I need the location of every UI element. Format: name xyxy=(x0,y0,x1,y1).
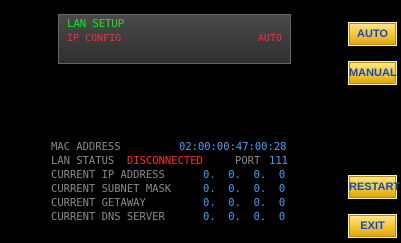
current-dns-value: 0. 0. 0. 0 xyxy=(203,211,286,223)
current-gateway-row: CURRENT GETAWAY 0. 0. 0. 0 xyxy=(51,197,291,210)
lan-setup-title: LAN SETUP xyxy=(67,17,124,30)
current-subnet-row: CURRENT SUBNET MASK 0. 0. 0. 0 xyxy=(51,183,291,196)
port-value: 111 xyxy=(269,155,288,167)
current-gateway-label: CURRENT GETAWAY xyxy=(51,197,146,209)
auto-button[interactable]: AUTO xyxy=(348,22,397,46)
mac-address-row: MAC ADDRESS 02:00:00:47:00:28 xyxy=(51,141,291,154)
exit-button[interactable]: EXIT xyxy=(348,214,397,238)
lan-status-row: LAN STATUS DISCONNECTED PORT 111 xyxy=(51,155,291,168)
lan-status-value: DISCONNECTED xyxy=(127,155,203,167)
current-dns-row: CURRENT DNS SERVER 0. 0. 0. 0 xyxy=(51,211,291,224)
ip-config-label: IP CONFIG xyxy=(67,33,122,44)
mac-address-label: MAC ADDRESS xyxy=(51,141,121,153)
mac-address-value: 02:00:00:47:00:28 xyxy=(179,141,287,153)
lan-status-label: LAN STATUS xyxy=(51,155,115,167)
current-ip-label: CURRENT IP ADDRESS xyxy=(51,169,165,181)
lan-setup-panel: LAN SETUP IP CONFIG AUTO xyxy=(58,14,291,64)
ip-config-value: AUTO xyxy=(257,33,282,44)
ip-config-row[interactable]: IP CONFIG AUTO xyxy=(59,32,290,46)
current-dns-label: CURRENT DNS SERVER xyxy=(51,211,165,223)
current-subnet-label: CURRENT SUBNET MASK xyxy=(51,183,172,195)
current-subnet-value: 0. 0. 0. 0 xyxy=(203,183,286,195)
current-ip-row: CURRENT IP ADDRESS 0. 0. 0. 0 xyxy=(51,169,291,182)
restart-button[interactable]: RESTART xyxy=(348,175,400,199)
current-gateway-value: 0. 0. 0. 0 xyxy=(203,197,286,209)
manual-button[interactable]: MANUAL xyxy=(348,61,397,85)
port-label: PORT xyxy=(235,155,261,167)
current-ip-value: 0. 0. 0. 0 xyxy=(203,169,286,181)
